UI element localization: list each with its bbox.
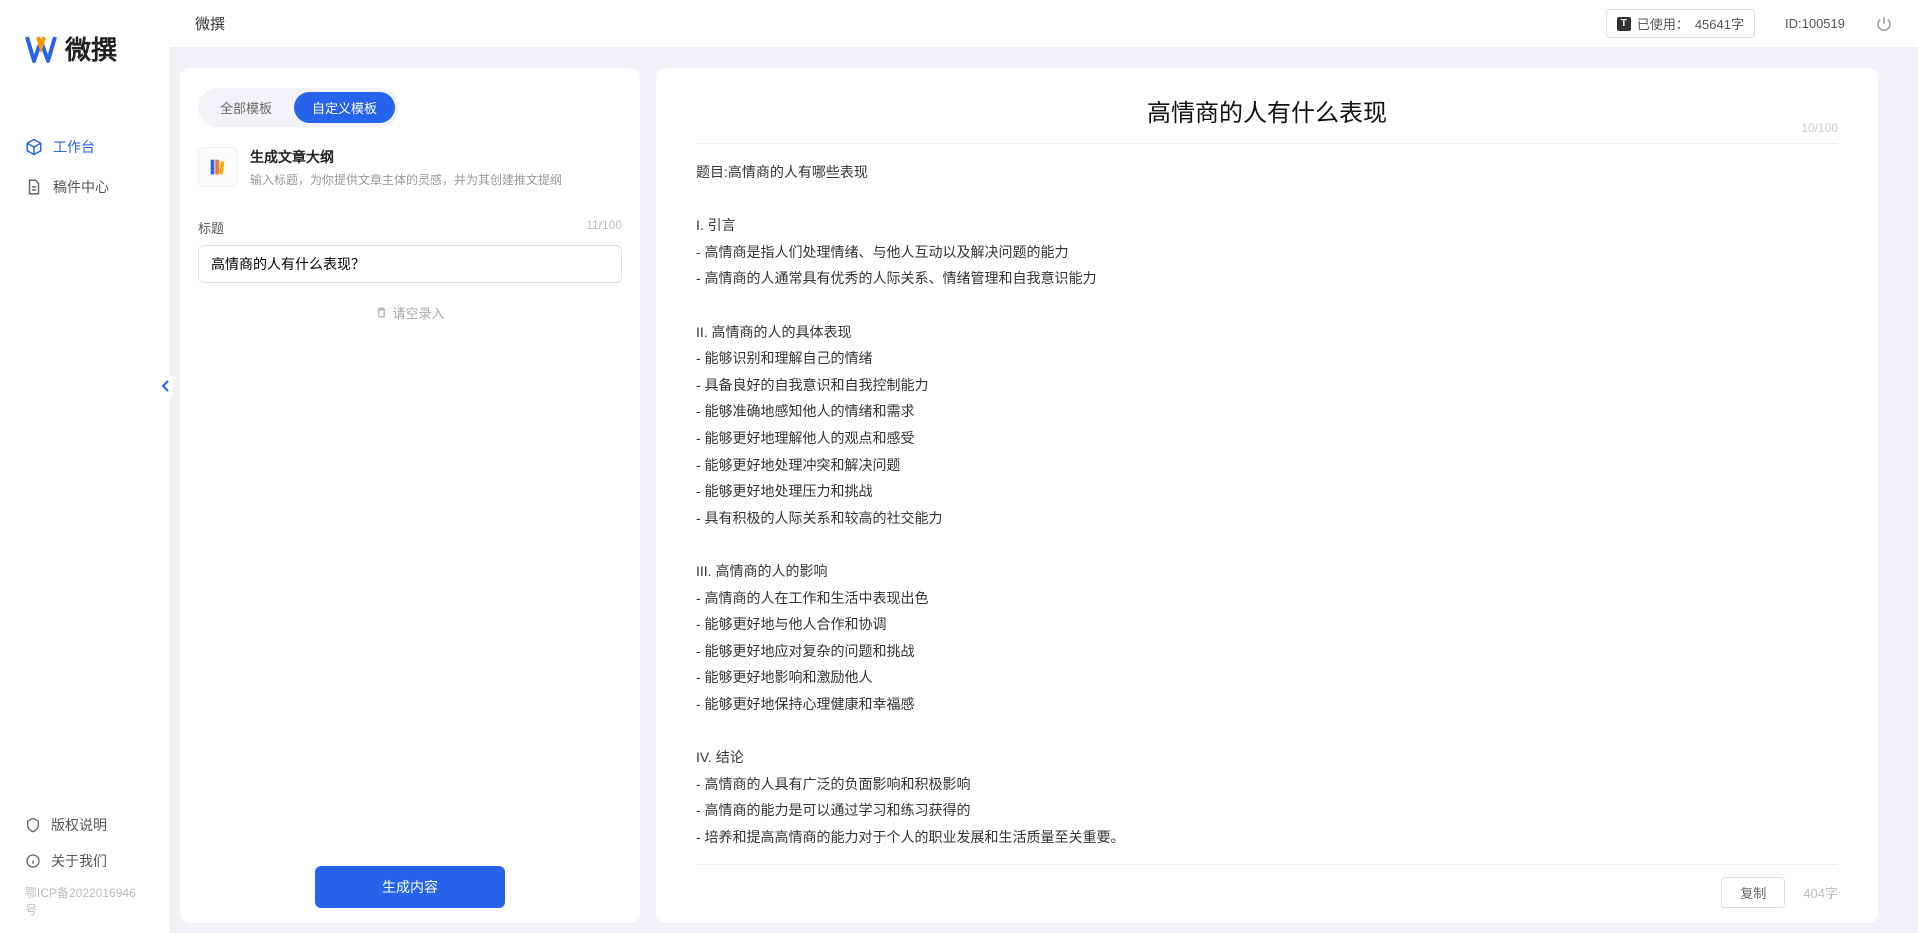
page-title: 微撰 — [195, 13, 225, 34]
about-link[interactable]: 关于我们 — [0, 843, 170, 879]
selected-template: 生成文章大纲 输入标题，为你提供文章主体的灵感，并为其创建推文提纲 — [198, 147, 622, 188]
user-id: ID:100519 — [1785, 16, 1845, 31]
power-icon[interactable] — [1875, 15, 1893, 33]
copyright-link[interactable]: 版权说明 — [0, 807, 170, 843]
nav-label: 稿件中心 — [53, 177, 109, 197]
tab-custom-templates[interactable]: 自定义模板 — [294, 92, 395, 123]
logo-text: 微撰 — [65, 30, 117, 67]
nav-label: 工作台 — [53, 137, 95, 157]
tab-all-templates[interactable]: 全部模板 — [202, 92, 290, 123]
cube-icon — [25, 138, 43, 156]
title-field-label: 标题 — [198, 218, 224, 237]
clear-button[interactable]: 请空录入 — [198, 303, 622, 322]
topbar: 微撰 T 已使用：45641字 ID:100519 — [170, 0, 1918, 48]
icp-text: 鄂ICP备2022016946号 — [0, 879, 170, 923]
main-nav: 工作台 稿件中心 — [0, 87, 170, 807]
info-icon — [25, 853, 41, 869]
word-count: 404字 — [1803, 883, 1838, 902]
shield-icon — [25, 817, 41, 833]
app-logo: 微撰 — [0, 0, 170, 87]
logo-icon — [25, 33, 57, 65]
text-icon: T — [1617, 17, 1631, 31]
nav-drafts[interactable]: 稿件中心 — [0, 167, 170, 207]
sidebar-collapse-handle[interactable] — [159, 376, 173, 396]
template-icon — [198, 147, 238, 187]
output-title-counter: 10/100 — [1801, 121, 1838, 135]
config-panel: 全部模板 自定义模板 生成文章大纲 输入标题，为你提供文章主体的灵感，并为其创建… — [180, 68, 640, 923]
trash-icon — [375, 306, 388, 319]
sidebar-footer: 版权说明 关于我们 鄂ICP备2022016946号 — [0, 807, 170, 933]
template-tabs: 全部模板 自定义模板 — [198, 88, 399, 127]
sidebar: 微撰 工作台 稿件中心 版权说明 关于我们 鄂ICP备2022016946号 — [0, 0, 170, 933]
usage-badge[interactable]: T 已使用：45641字 — [1606, 9, 1755, 38]
output-title: 高情商的人有什么表现 — [696, 93, 1838, 128]
title-input[interactable] — [198, 245, 622, 283]
nav-workspace[interactable]: 工作台 — [0, 127, 170, 167]
output-content: 题目:高情商的人有哪些表现 I. 引言 - 高情商是指人们处理情绪、与他人互动以… — [696, 159, 1838, 864]
generate-button[interactable]: 生成内容 — [315, 866, 505, 908]
chevron-left-icon — [161, 380, 171, 392]
template-desc: 输入标题，为你提供文章主体的灵感，并为其创建推文提纲 — [250, 171, 562, 188]
document-icon — [25, 178, 43, 196]
template-title: 生成文章大纲 — [250, 147, 562, 167]
copy-button[interactable]: 复制 — [1721, 877, 1785, 908]
books-icon — [207, 156, 229, 178]
title-counter: 11/100 — [586, 218, 622, 237]
output-panel: 高情商的人有什么表现 10/100 题目:高情商的人有哪些表现 I. 引言 - … — [656, 68, 1878, 923]
